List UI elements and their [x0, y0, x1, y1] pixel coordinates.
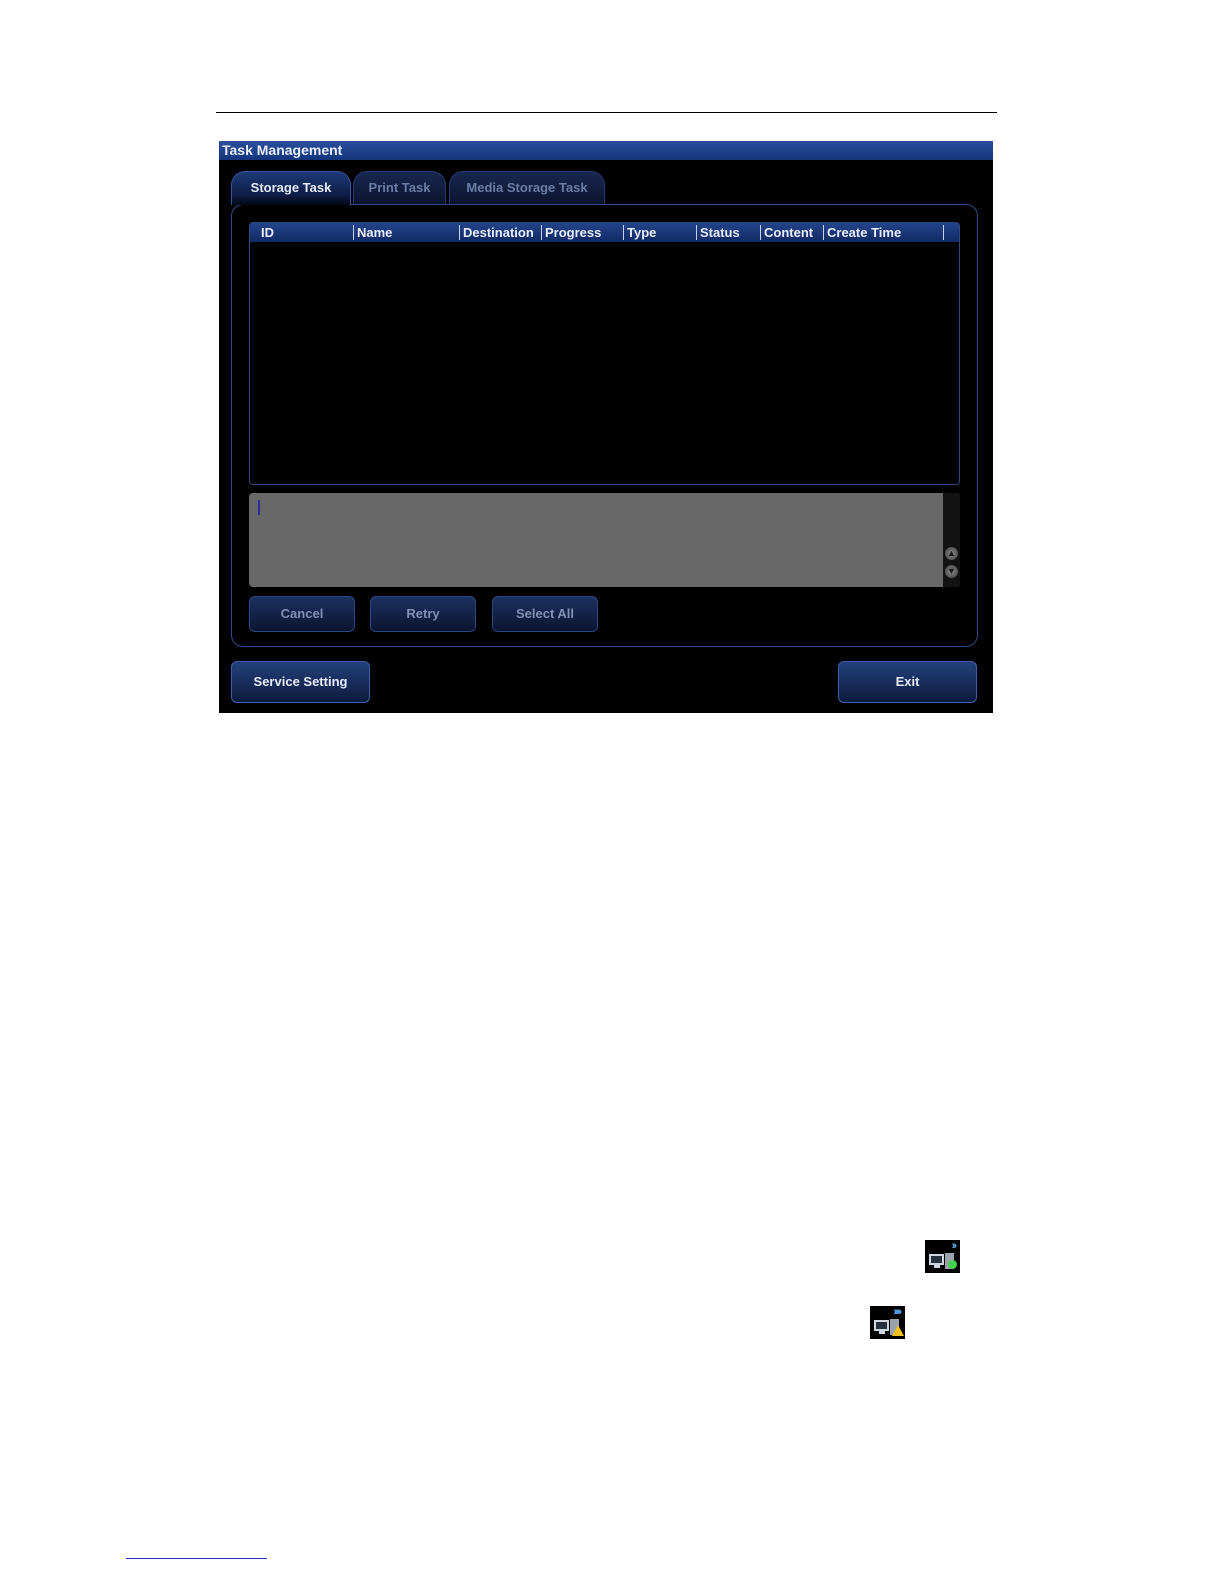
text-caret [258, 500, 260, 515]
column-header-content[interactable]: Content [764, 223, 813, 242]
service-setting-button[interactable]: Service Setting [231, 661, 370, 703]
column-divider[interactable] [760, 225, 761, 240]
task-detail-scrollbar[interactable]: ▲ ▼ [943, 493, 960, 587]
select-all-button[interactable]: Select All [492, 596, 598, 632]
column-header-destination[interactable]: Destination [463, 223, 534, 242]
column-divider[interactable] [353, 225, 354, 240]
column-divider[interactable] [696, 225, 697, 240]
dialog-title: Task Management [219, 141, 993, 160]
tab-media-storage-task[interactable]: Media Storage Task [449, 171, 605, 205]
cancel-button[interactable]: Cancel [249, 596, 355, 632]
page-top-rule [216, 112, 997, 113]
column-divider[interactable] [459, 225, 460, 240]
task-management-dialog: Task Management Storage Task Print Task … [219, 141, 993, 713]
task-table: ID Name Destination Progress Type Status… [249, 222, 960, 485]
task-detail-textarea[interactable]: ▲ ▼ [249, 493, 960, 587]
tab-storage-task[interactable]: Storage Task [231, 171, 351, 205]
column-header-name[interactable]: Name [357, 223, 392, 242]
retry-button[interactable]: Retry [370, 596, 476, 632]
exit-button[interactable]: Exit [838, 661, 977, 703]
column-header-progress[interactable]: Progress [545, 223, 601, 242]
task-table-header: ID Name Destination Progress Type Status… [250, 223, 959, 242]
footer-link-underline [126, 1558, 267, 1559]
network-transfer-ok-icon: ›› [925, 1240, 960, 1273]
tab-print-task[interactable]: Print Task [353, 171, 446, 205]
column-divider[interactable] [541, 225, 542, 240]
column-header-status[interactable]: Status [700, 223, 740, 242]
column-divider[interactable] [943, 225, 944, 240]
scroll-down-icon[interactable]: ▼ [945, 565, 958, 578]
column-divider[interactable] [823, 225, 824, 240]
column-header-id[interactable]: ID [261, 223, 274, 242]
column-divider[interactable] [623, 225, 624, 240]
column-header-create-time[interactable]: Create Time [827, 223, 901, 242]
scroll-up-icon[interactable]: ▲ [945, 547, 958, 560]
network-transfer-warning-icon: ›››› [870, 1306, 905, 1339]
column-header-type[interactable]: Type [627, 223, 656, 242]
